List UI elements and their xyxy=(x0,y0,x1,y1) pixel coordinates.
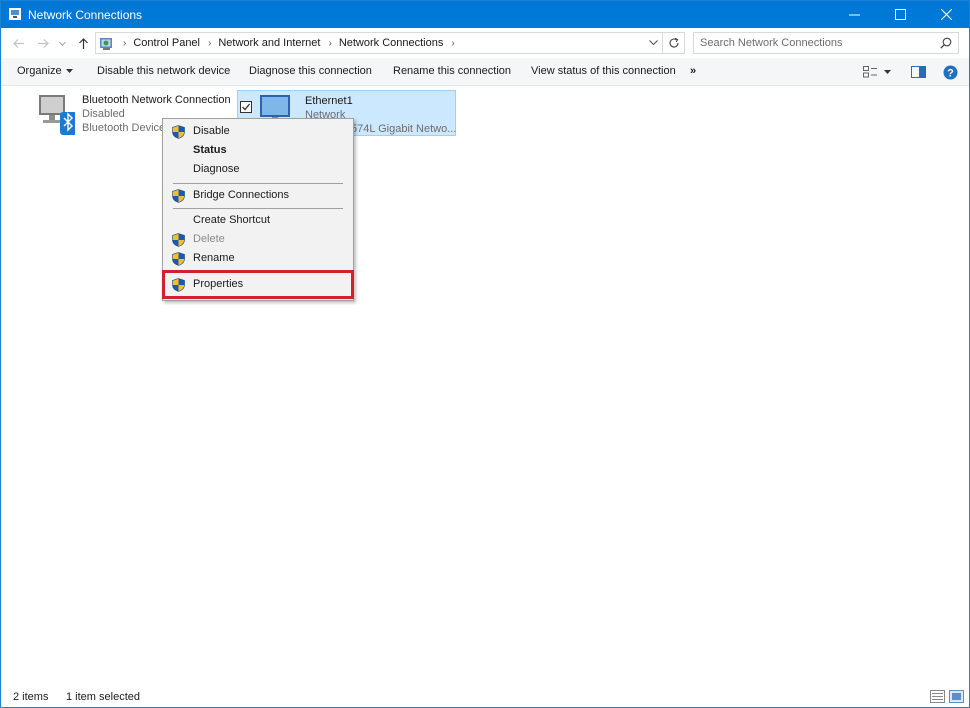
menu-item-label: Diagnose xyxy=(193,163,239,175)
diagnose-connection-button[interactable]: Diagnose this connection xyxy=(249,65,372,77)
large-icons-view-icon[interactable] xyxy=(949,690,964,703)
uac-shield-icon xyxy=(172,252,185,266)
organize-label: Organize xyxy=(17,65,62,77)
refresh-button[interactable] xyxy=(663,32,685,54)
breadcrumb: › Control Panel › Network and Internet ›… xyxy=(118,33,462,53)
change-view-button[interactable] xyxy=(862,64,878,80)
dropdown-arrow-icon xyxy=(884,70,891,75)
breadcrumb-separator-icon[interactable]: › xyxy=(328,38,331,49)
back-button[interactable] xyxy=(9,34,27,52)
help-button[interactable]: ? xyxy=(942,64,958,80)
view-options-icon xyxy=(863,66,877,78)
forward-arrow-icon xyxy=(37,37,50,50)
menu-item-create-shortcut[interactable]: Create Shortcut xyxy=(163,211,353,230)
uac-shield-icon xyxy=(172,125,185,139)
menu-separator xyxy=(173,183,343,184)
breadcrumb-control-panel[interactable]: Control Panel xyxy=(133,37,200,49)
search-input[interactable] xyxy=(694,33,929,53)
breadcrumb-network-connections[interactable]: Network Connections xyxy=(339,37,444,49)
connection-name: Ethernet1 xyxy=(305,95,353,107)
connection-device: Bluetooth Device xyxy=(82,122,165,134)
svg-text:?: ? xyxy=(947,67,954,79)
disable-device-button[interactable]: Disable this network device xyxy=(97,65,230,77)
connection-status: Disabled xyxy=(82,108,125,120)
menu-item-bridge-connections[interactable]: Bridge Connections xyxy=(163,186,353,205)
up-button[interactable] xyxy=(74,34,92,52)
maximize-button[interactable] xyxy=(877,1,923,28)
uac-shield-icon xyxy=(172,233,185,247)
control-panel-icon xyxy=(99,36,114,51)
close-icon xyxy=(941,9,952,20)
connection-device: 574L Gigabit Netwo... xyxy=(351,123,456,135)
status-bar: 2 items 1 item selected xyxy=(1,687,969,708)
breadcrumb-separator-icon[interactable]: › xyxy=(123,38,126,49)
dropdown-arrow-icon xyxy=(66,69,73,74)
preview-pane-icon xyxy=(911,66,926,78)
menu-item-disable[interactable]: Disable xyxy=(163,122,353,141)
menu-item-delete[interactable]: Delete xyxy=(163,230,353,249)
breadcrumb-separator-icon[interactable]: › xyxy=(451,38,454,49)
breadcrumb-separator-icon[interactable]: › xyxy=(208,38,211,49)
search-box[interactable] xyxy=(693,32,959,54)
command-bar: Organize Disable this network device Dia… xyxy=(1,58,969,86)
maximize-icon xyxy=(895,9,906,20)
help-icon: ? xyxy=(943,65,958,80)
checkbox-checked-icon[interactable] xyxy=(240,101,252,113)
rename-connection-button[interactable]: Rename this connection xyxy=(393,65,511,77)
refresh-icon xyxy=(668,37,680,49)
selection-count: 1 item selected xyxy=(66,691,140,703)
menu-item-label: Status xyxy=(193,144,227,156)
uac-shield-icon xyxy=(172,189,185,203)
minimize-button[interactable] xyxy=(831,1,877,28)
menu-item-label: Delete xyxy=(193,233,225,245)
view-status-button[interactable]: View status of this connection xyxy=(531,65,676,77)
minimize-icon xyxy=(849,9,860,20)
menu-item-label: Create Shortcut xyxy=(193,214,270,226)
address-row: › Control Panel › Network and Internet ›… xyxy=(1,28,969,58)
network-adapter-icon xyxy=(35,91,75,135)
connection-name: Bluetooth Network Connection xyxy=(82,94,231,106)
address-bar[interactable]: › Control Panel › Network and Internet ›… xyxy=(95,32,663,54)
menu-item-label: Rename xyxy=(193,252,235,264)
details-view-icon[interactable] xyxy=(930,690,945,703)
preview-pane-button[interactable] xyxy=(910,64,926,80)
search-icon[interactable] xyxy=(940,37,952,49)
menu-separator xyxy=(173,208,343,209)
window-title: Network Connections xyxy=(28,8,142,22)
item-count: 2 items xyxy=(13,691,48,703)
more-commands-button[interactable]: » xyxy=(690,65,696,77)
breadcrumb-network-and-internet[interactable]: Network and Internet xyxy=(218,37,320,49)
view-dropdown-button[interactable] xyxy=(881,64,893,80)
recent-locations-button[interactable] xyxy=(56,34,68,52)
menu-item-label: Bridge Connections xyxy=(193,189,289,201)
forward-button[interactable] xyxy=(34,34,52,52)
menu-item-rename[interactable]: Rename xyxy=(163,249,353,268)
menu-item-diagnose[interactable]: Diagnose xyxy=(163,160,353,179)
close-button[interactable] xyxy=(923,1,969,28)
back-arrow-icon xyxy=(12,37,25,50)
menu-item-status[interactable]: Status xyxy=(163,141,353,160)
chevron-down-icon xyxy=(58,39,67,48)
menu-item-label: Disable xyxy=(193,125,230,137)
organize-menu[interactable]: Organize xyxy=(17,65,73,77)
title-bar: Network Connections xyxy=(1,1,969,28)
explorer-window: Network Connections xyxy=(0,0,970,708)
network-connections-app-icon xyxy=(8,7,22,21)
properties-highlight-box xyxy=(162,270,354,299)
address-dropdown-icon[interactable] xyxy=(648,37,659,48)
up-arrow-icon xyxy=(77,37,90,50)
